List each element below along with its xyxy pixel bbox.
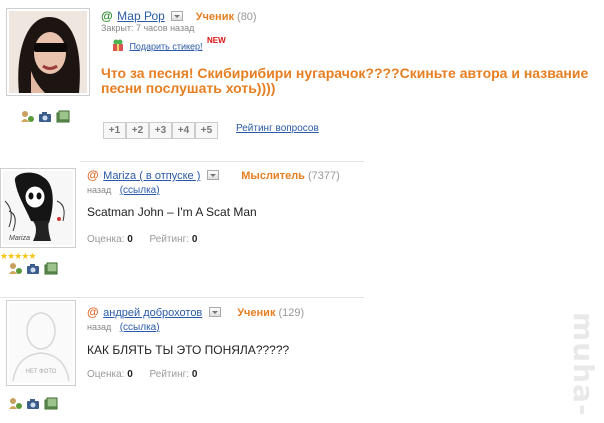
user-add-icon[interactable] xyxy=(8,397,22,410)
rank-label: Ученик xyxy=(195,11,234,23)
answer-permalink[interactable]: (ссылка) xyxy=(120,322,160,333)
question-author-link[interactable]: Мар Рор xyxy=(117,9,165,23)
rating-label: Рейтинг: xyxy=(149,234,190,245)
user-add-icon[interactable] xyxy=(8,262,22,275)
rating-label: Рейтинг: xyxy=(149,369,190,380)
answer-1-profile-icons xyxy=(8,262,68,276)
rank-points: (129) xyxy=(278,307,305,319)
vote-plus-3-button[interactable]: +3 xyxy=(149,122,172,139)
answer-1-avatar[interactable]: Mariza xyxy=(0,168,76,248)
answer-2-avatar[interactable]: НЕТ ФОТО xyxy=(6,300,76,386)
dropdown-icon[interactable] xyxy=(208,306,221,317)
dropdown-icon[interactable] xyxy=(171,10,184,21)
rank-points: (80) xyxy=(237,11,257,23)
camera-icon[interactable] xyxy=(38,110,52,123)
rank-points: (7377) xyxy=(308,170,340,182)
at-icon: @ xyxy=(101,9,113,23)
avatar-caption: Mariza xyxy=(9,235,31,242)
vote-buttons: +1 +2 +3 +4 +5 xyxy=(103,122,218,139)
rating-questions-link[interactable]: Рейтинг вопросов xyxy=(236,123,319,134)
answer-2-stats: Оценка: 0 Рейтинг: 0 xyxy=(87,369,197,380)
answer-2-profile-icons xyxy=(8,397,68,411)
answer-1-stats: Оценка: 0 Рейтинг: 0 xyxy=(87,234,197,245)
vote-plus-1-button[interactable]: +1 xyxy=(103,122,126,139)
photo-icon[interactable] xyxy=(44,262,58,275)
vote-plus-4-button[interactable]: +4 xyxy=(172,122,195,139)
gift-icon xyxy=(111,39,125,52)
answer-2-text: КАК БЛЯТЬ ТЫ ЭТО ПОНЯЛА????? xyxy=(87,343,290,357)
avatar-caption: НЕТ ФОТО xyxy=(25,369,57,375)
answer-2-author-rank: Ученик (129) xyxy=(237,307,304,319)
rating-value: 0 xyxy=(191,369,198,380)
answer-1-meta: назад (ссылка) xyxy=(87,180,160,198)
watermark: muha- xyxy=(567,312,600,417)
score-label: Оценка: xyxy=(87,234,125,245)
score-value: 0 xyxy=(127,369,133,380)
answer-1-text: Scatman John – I'm A Scat Man xyxy=(87,205,257,219)
dropdown-icon[interactable] xyxy=(206,169,219,180)
user-add-icon[interactable] xyxy=(20,110,34,123)
question-text: Что за песня! Скибирибири нугарачок????С… xyxy=(101,65,589,96)
score-label: Оценка: xyxy=(87,369,125,380)
divider xyxy=(80,161,364,162)
photo-icon[interactable] xyxy=(56,110,70,123)
divider xyxy=(0,297,364,298)
rank-label: Ученик xyxy=(237,307,276,319)
camera-icon[interactable] xyxy=(26,262,40,275)
vote-plus-2-button[interactable]: +2 xyxy=(126,122,149,139)
answer-1-stars: ★★★★★ xyxy=(0,251,36,262)
star-icon: ★ xyxy=(28,251,36,261)
score-value: 0 xyxy=(127,234,133,245)
rating-value: 0 xyxy=(191,234,198,245)
rank-label: Мыслитель xyxy=(241,170,305,182)
question-status: Закрыт: 7 часов назад xyxy=(101,23,195,33)
photo-icon[interactable] xyxy=(44,397,58,410)
answer-time: назад xyxy=(87,185,112,195)
question-header: @ Мар Рор Ученик (80) xyxy=(101,7,401,23)
question-profile-icons xyxy=(20,110,80,124)
vote-plus-5-button[interactable]: +5 xyxy=(195,122,218,139)
answer-1-header: @ Mariza ( в отпуске ) Мыслитель (7377) xyxy=(87,166,367,182)
camera-icon[interactable] xyxy=(26,397,40,410)
answer-permalink[interactable]: (ссылка) xyxy=(120,185,160,196)
answer-time: назад xyxy=(87,322,112,332)
question-author-rank: Ученик (80) xyxy=(196,11,257,23)
question-avatar[interactable] xyxy=(6,8,90,96)
answer-1-author-rank: Мыслитель (7377) xyxy=(241,170,340,182)
answer-2-header: @ андрей доброхотов Ученик (129) xyxy=(87,303,367,319)
gift-sticker-link[interactable]: Подарить стикер! xyxy=(129,41,202,51)
new-badge: NEW xyxy=(206,36,226,45)
answer-2-meta: назад (ссылка) xyxy=(87,317,160,335)
sticker-row: Подарить стикер! NEW xyxy=(111,36,226,54)
